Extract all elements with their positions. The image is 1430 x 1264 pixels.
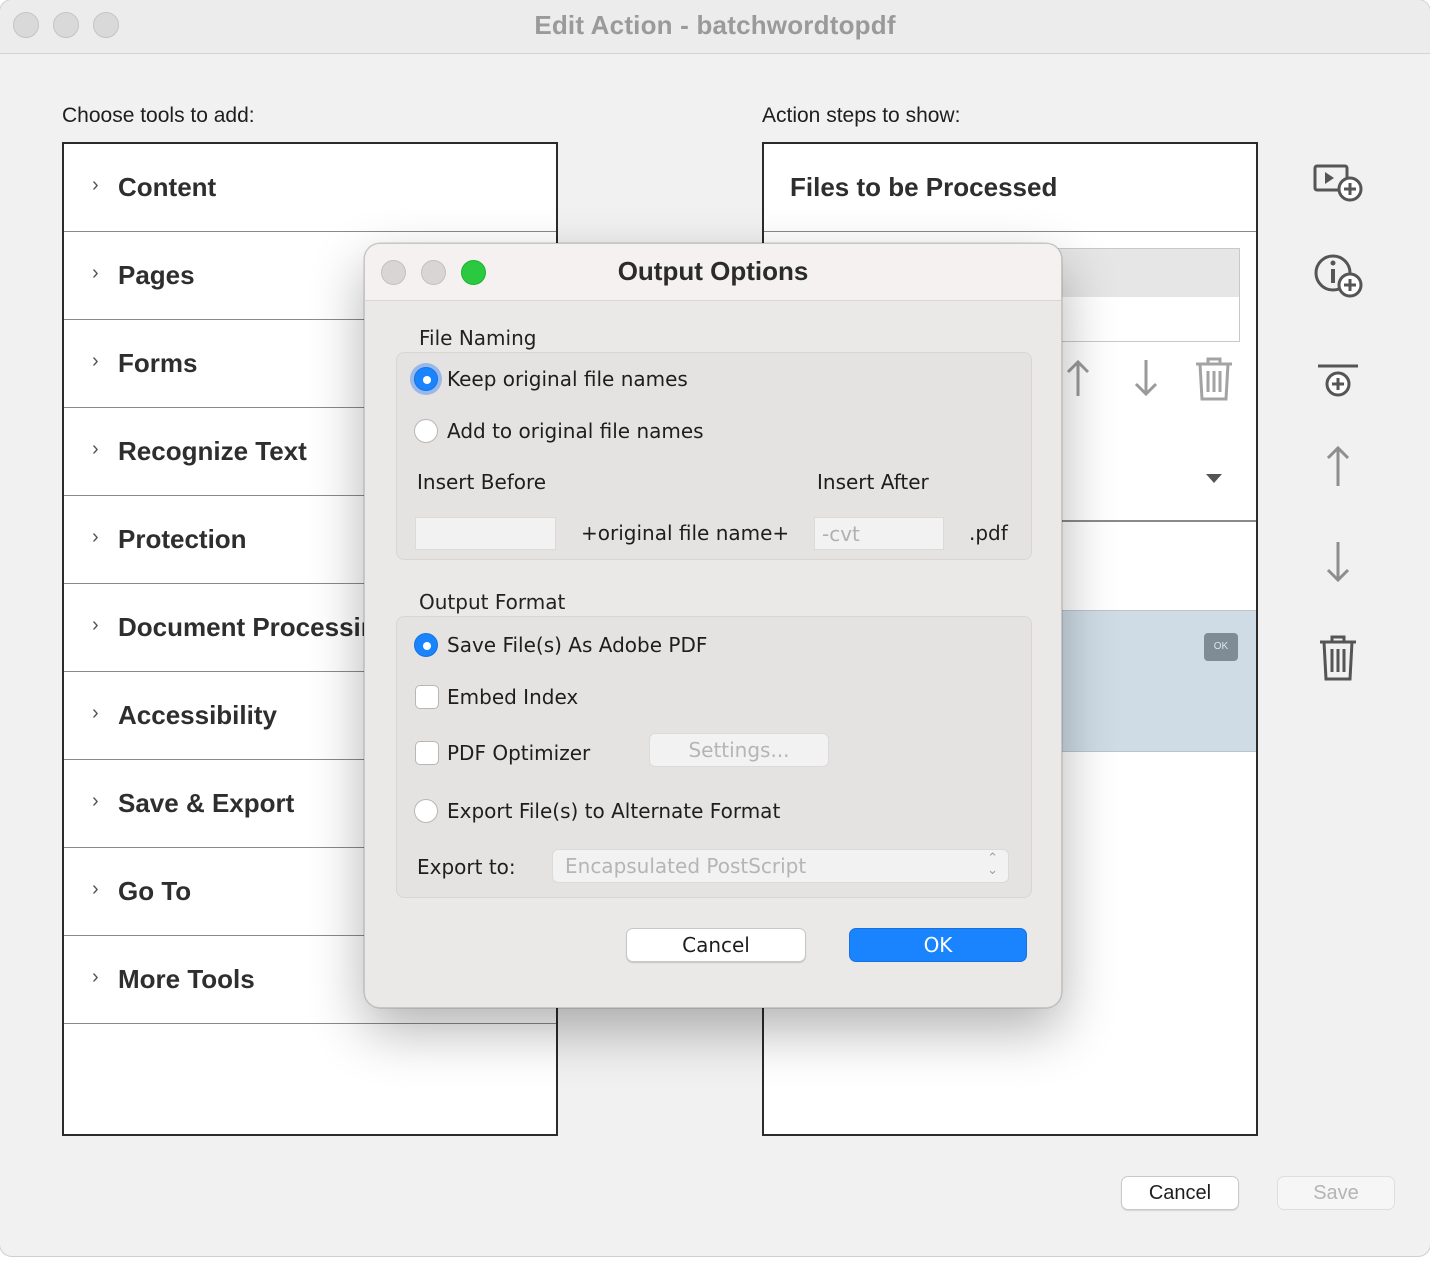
files-to-be-processed-title: Files to be Processed — [790, 172, 1058, 202]
action-steps-label: Action steps to show: — [762, 104, 961, 127]
chevron-right-icon: › — [92, 790, 99, 812]
chevron-right-icon: › — [92, 614, 99, 636]
files-to-be-processed-section[interactable]: Files to be Processed — [764, 144, 1256, 232]
dialog-title-bar: Output Options — [365, 244, 1061, 301]
tool-category-label: Content — [118, 172, 217, 202]
tool-category-label: Recognize Text — [118, 436, 307, 466]
chevron-up-down-icon: ⌃ ⌄ — [987, 851, 998, 878]
save-as-pdf-radio[interactable] — [414, 633, 438, 657]
insert-before-field[interactable] — [415, 517, 556, 550]
export-format-value: Encapsulated PostScript — [565, 854, 807, 878]
dialog-title: Output Options — [617, 256, 809, 286]
file-naming-label: File Naming — [419, 326, 537, 350]
tool-category-label: Protection — [118, 524, 247, 554]
tool-category-label: Forms — [118, 348, 198, 378]
chevron-right-icon: › — [92, 878, 99, 900]
dialog-prompt-icon[interactable]: OK — [1204, 633, 1238, 661]
tool-category-label: Accessibility — [118, 700, 277, 730]
add-to-original-names-label: Add to original file names — [447, 419, 704, 443]
keep-original-names-label: Keep original file names — [447, 367, 688, 391]
insert-after-field[interactable]: -cvt — [814, 517, 944, 550]
tool-category-label: Save & Export — [118, 788, 295, 818]
chevron-right-icon: › — [92, 526, 99, 548]
title-bar: Edit Action - batchwordtopdf — [0, 0, 1430, 54]
original-file-name-label: +original file name+ — [581, 521, 790, 545]
export-format-select[interactable]: Encapsulated PostScript ⌃ ⌄ — [552, 849, 1009, 883]
keep-original-names-radio[interactable] — [414, 367, 438, 391]
output-format-group: Save File(s) As Adobe PDF Embed Index PD… — [396, 616, 1032, 898]
window-title: Edit Action - batchwordtopdf — [534, 10, 896, 40]
move-down-icon[interactable] — [1310, 534, 1366, 590]
chevron-right-icon: › — [92, 702, 99, 724]
add-info-step-icon[interactable] — [1310, 248, 1366, 304]
chevron-right-icon: › — [92, 438, 99, 460]
choose-tools-label: Choose tools to add: — [62, 104, 255, 127]
extension-label: .pdf — [969, 521, 1008, 545]
tool-category-label: Go To — [118, 876, 192, 906]
chevron-right-icon: › — [92, 262, 99, 284]
pdf-optimizer-checkbox[interactable] — [415, 741, 439, 765]
tool-category-content[interactable]: › Content — [64, 144, 556, 232]
insert-before-label: Insert Before — [417, 470, 547, 494]
output-options-dialog: Output Options File Naming Keep original… — [364, 243, 1062, 1008]
save-button[interactable]: Save — [1277, 1176, 1395, 1210]
edit-action-window: Edit Action - batchwordtopdf Choose tool… — [0, 0, 1430, 1256]
save-as-pdf-label: Save File(s) As Adobe PDF — [447, 633, 708, 657]
embed-index-label: Embed Index — [447, 685, 579, 709]
files-list-box[interactable] — [1034, 248, 1240, 342]
step-dropdown-caret-icon[interactable] — [1206, 474, 1222, 483]
pdf-optimizer-label: PDF Optimizer — [447, 741, 591, 765]
move-file-up-icon[interactable] — [1064, 358, 1092, 403]
tool-category-label: More Tools — [118, 964, 255, 994]
add-to-original-names-radio[interactable] — [414, 419, 438, 443]
move-file-down-icon[interactable] — [1132, 358, 1160, 403]
move-up-icon[interactable] — [1310, 438, 1366, 494]
delete-icon[interactable] — [1310, 630, 1366, 686]
embed-index-checkbox[interactable] — [415, 685, 439, 709]
chevron-right-icon: › — [92, 350, 99, 372]
insert-after-label: Insert After — [817, 470, 929, 494]
chevron-right-icon: › — [92, 174, 99, 196]
dialog-ok-button[interactable]: OK — [849, 928, 1027, 962]
cancel-button[interactable]: Cancel — [1121, 1176, 1239, 1210]
tool-category-label: Document Processing — [118, 612, 393, 642]
remove-file-icon[interactable] — [1192, 356, 1236, 407]
add-panel-separator-icon[interactable] — [1310, 350, 1366, 406]
export-alternate-format-label: Export File(s) to Alternate Format — [447, 799, 781, 823]
export-to-label: Export to: — [417, 855, 516, 879]
selected-file-row[interactable] — [1035, 249, 1239, 297]
add-instruction-step-icon[interactable] — [1310, 154, 1366, 210]
dialog-cancel-button[interactable]: Cancel — [626, 928, 806, 962]
file-naming-group: Keep original file names Add to original… — [396, 352, 1032, 560]
output-format-label: Output Format — [419, 590, 566, 614]
chevron-right-icon: › — [92, 966, 99, 988]
tool-category-label: Pages — [118, 260, 195, 290]
file-list-controls — [1064, 356, 1244, 408]
optimizer-settings-button[interactable]: Settings... — [649, 733, 829, 767]
export-alternate-format-radio[interactable] — [414, 799, 438, 823]
